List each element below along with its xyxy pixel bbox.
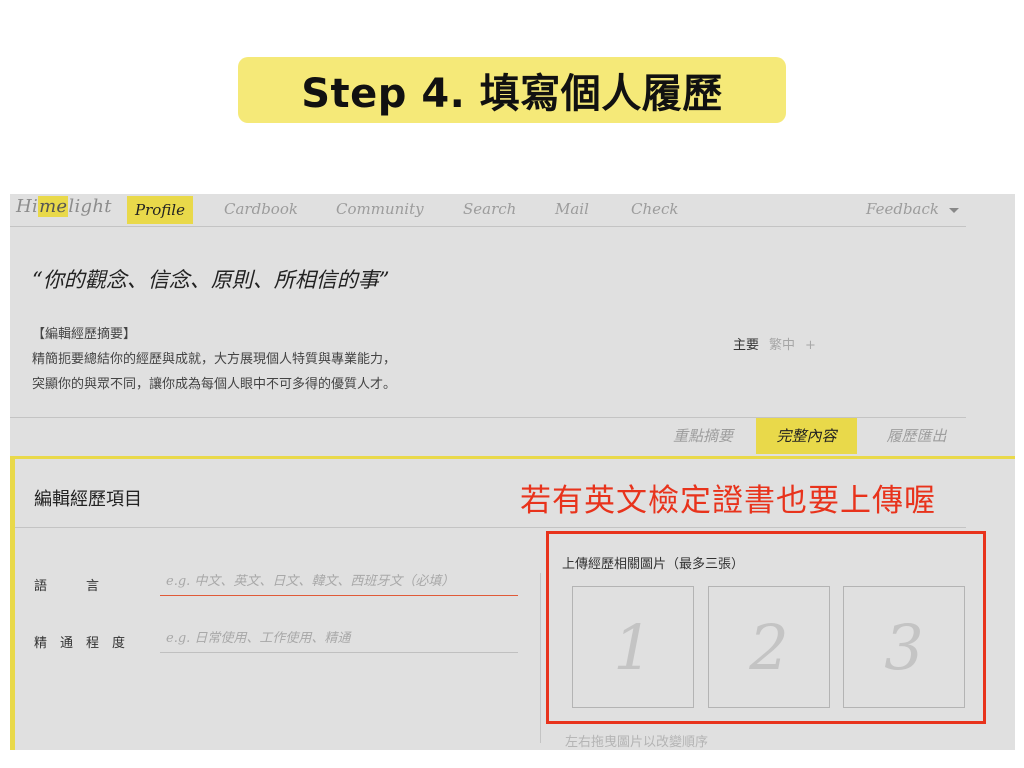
add-language-button[interactable]: +: [805, 338, 816, 353]
tab-full-content[interactable]: 完整內容: [756, 418, 857, 454]
language-input[interactable]: [160, 568, 518, 594]
divider: [15, 527, 966, 528]
tab-export[interactable]: 履歷匯出: [867, 418, 966, 454]
language-input-underline: [160, 595, 518, 596]
logo-text-mark: me: [38, 196, 69, 217]
tab-summary[interactable]: 重點摘要: [653, 418, 753, 454]
nav-profile[interactable]: Profile: [127, 196, 193, 224]
annotation-callout: 若有英文檢定證書也要上傳喔: [520, 483, 936, 519]
logo-text-post: light: [68, 196, 112, 217]
nav-community[interactable]: Community: [336, 200, 424, 218]
profile-quote[interactable]: “你的觀念、信念、原則、所相信的事”: [32, 264, 389, 294]
lang-secondary-tag[interactable]: 繁中: [769, 338, 795, 353]
proficiency-label: 精 通 程 度: [34, 636, 126, 651]
language-tags: 主要 繁中 +: [733, 334, 816, 353]
summary-heading: 【編輯經歷摘要】: [32, 327, 137, 342]
nav-mail[interactable]: Mail: [555, 200, 589, 218]
nav-check[interactable]: Check: [631, 200, 679, 218]
language-label: 語 言: [34, 579, 100, 594]
step-title: Step 4. 填寫個人履歷: [301, 71, 723, 117]
lang-primary-label: 主要: [733, 338, 760, 353]
step-banner: Step 4. 填寫個人履歷: [238, 57, 786, 123]
feedback-menu[interactable]: Feedback: [866, 200, 959, 218]
top-nav: Himelight Profile Cardbook Community Sea…: [10, 194, 966, 227]
feedback-label: Feedback: [866, 200, 939, 218]
nav-cardbook[interactable]: Cardbook: [224, 200, 298, 218]
proficiency-input-underline: [160, 652, 518, 653]
annotation-highlight-box: [546, 531, 986, 724]
summary-line: 突顯你的與眾不同，讓你成為每個人眼中不可多得的優質人才。: [32, 377, 397, 392]
panel-title: 編輯經歷項目: [34, 489, 142, 510]
himelight-logo[interactable]: Himelight: [16, 196, 112, 217]
summary-line: 精簡扼要總結你的經歷與成就，大方展現個人特質與專業能力，: [32, 352, 397, 367]
logo-text-pre: Hi: [16, 196, 39, 217]
drag-hint: 左右拖曳圖片以改變順序: [565, 735, 709, 750]
summary-block[interactable]: 【編輯經歷摘要】 精簡扼要總結你的經歷與成就，大方展現個人特質與專業能力， 突顯…: [32, 322, 396, 397]
chevron-down-icon: [948, 207, 959, 213]
nav-search[interactable]: Search: [463, 200, 516, 218]
proficiency-input[interactable]: [160, 625, 518, 651]
column-divider: [540, 573, 541, 743]
